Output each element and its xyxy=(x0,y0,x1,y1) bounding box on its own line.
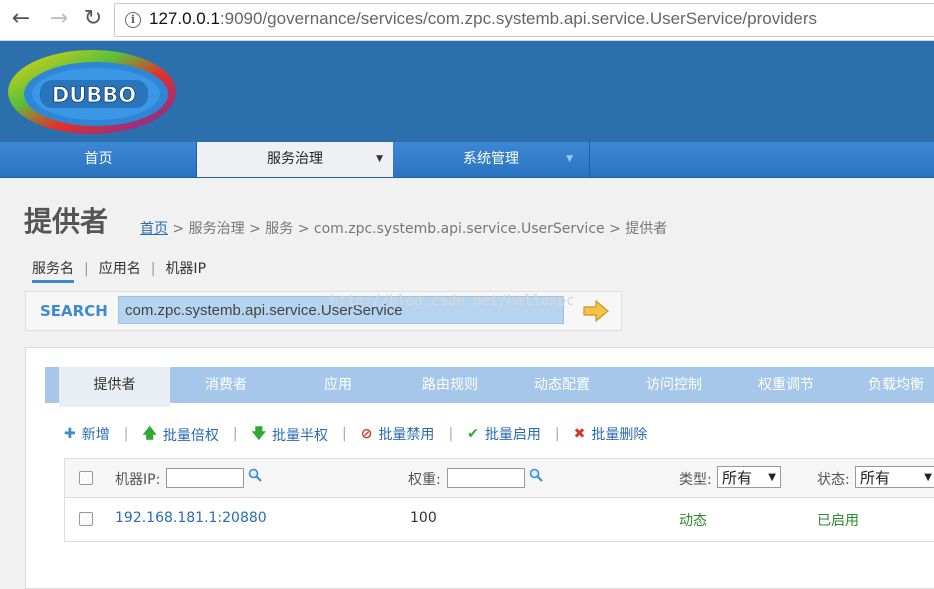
provider-weight: 100 xyxy=(410,510,437,526)
site-header: DUBBO xyxy=(0,41,934,142)
close-icon: ✖ xyxy=(573,426,586,442)
tab-divider: | xyxy=(84,261,89,277)
page-title: 提供者 xyxy=(24,205,109,238)
tab-applications[interactable]: 应用 xyxy=(282,367,394,403)
status-filter-label: 状态: xyxy=(817,472,850,488)
action-divider: | xyxy=(232,426,238,442)
nav-home-label: 首页 xyxy=(84,151,113,167)
tab-dynamic-config[interactable]: 动态配置 xyxy=(506,367,618,403)
ip-filter-label: 机器IP: xyxy=(115,472,161,488)
row-checkbox[interactable] xyxy=(79,512,93,526)
search-arrow-icon[interactable] xyxy=(582,299,610,323)
forward-icon[interactable]: → xyxy=(46,6,72,32)
ip-filter-input[interactable] xyxy=(166,468,244,488)
type-filter-value: 所有 xyxy=(722,469,753,487)
disable-button[interactable]: ⊘ 批量禁用 xyxy=(361,424,435,444)
search-icon[interactable] xyxy=(248,468,262,482)
half-weight-label: 批量半权 xyxy=(271,428,328,444)
search-type-tabs: 服务名 | 应用名 | 机器IP xyxy=(32,258,206,283)
tab-access-control[interactable]: 访问控制 xyxy=(618,367,730,403)
action-divider: | xyxy=(448,426,454,442)
search-label: SEARCH xyxy=(40,302,108,320)
enable-label: 批量启用 xyxy=(484,427,541,443)
weight-filter-input[interactable] xyxy=(447,468,525,488)
weight-filter-label: 权重: xyxy=(408,472,441,488)
add-label: 新增 xyxy=(81,427,110,443)
nav-governance-label: 服务治理 xyxy=(267,151,323,167)
chevron-down-icon: ▼ xyxy=(566,154,573,164)
search-tab-app-name[interactable]: 应用名 xyxy=(99,258,141,278)
chevron-down-icon: ▼ xyxy=(768,472,776,483)
tab-weight[interactable]: 权重调节 xyxy=(730,367,842,403)
tab-routes[interactable]: 路由规则 xyxy=(394,367,506,403)
type-filter-label: 类型: xyxy=(679,472,712,488)
check-icon: ✔ xyxy=(467,426,479,442)
nav-item-service-governance[interactable]: 服务治理 ▼ xyxy=(197,142,393,177)
type-filter-select[interactable]: 所有 ▼ xyxy=(717,466,781,488)
delete-label: 批量删除 xyxy=(591,427,648,443)
tab-divider: | xyxy=(150,261,156,277)
dubbo-logo[interactable]: DUBBO xyxy=(4,44,182,138)
nav-divider xyxy=(589,142,590,177)
delete-button[interactable]: ✖ 批量删除 xyxy=(574,424,648,444)
search-input[interactable]: com.zpc.systemb.api.service.UserService xyxy=(118,296,564,324)
table-header: 机器IP: 权重: 类型: 所有 ▼ 状态: 所有 ▼ xyxy=(65,459,934,498)
enable-button[interactable]: ✔ 批量启用 xyxy=(467,424,541,444)
nav-item-system-management[interactable]: 系统管理 ▼ xyxy=(393,142,589,177)
provider-type: 动态 xyxy=(679,513,707,529)
logo-text: DUBBO xyxy=(52,83,136,107)
half-weight-button[interactable]: 🡇 批量半权 xyxy=(252,423,328,447)
batch-actions: ✚ 新增 | 🡅 批量倍权 | 🡇 批量半权 | ⊘ 批量禁用 | ✔ 批量启用 | ✖ 批量删除 xyxy=(64,423,647,447)
tab-consumers[interactable]: 消费者 xyxy=(170,367,282,403)
provider-status: 已启用 xyxy=(817,513,859,529)
status-filter-value: 所有 xyxy=(860,469,891,487)
back-icon[interactable]: ← xyxy=(8,6,34,32)
url-text: 127.0.0.1:9090/governance/services/com.z… xyxy=(149,9,817,29)
search-icon[interactable] xyxy=(529,468,543,482)
double-weight-button[interactable]: 🡅 批量倍权 xyxy=(142,423,218,447)
chevron-down-icon: ▼ xyxy=(376,154,383,164)
search-tab-machine-ip[interactable]: 机器IP xyxy=(165,258,206,278)
arrow-down-icon: 🡇 xyxy=(251,426,266,442)
main-nav: 首页 服务治理 ▼ 系统管理 ▼ xyxy=(0,142,934,178)
providers-table: 机器IP: 权重: 类型: 所有 ▼ 状态: 所有 ▼ 192.168.181.1:… xyxy=(64,458,934,542)
address-bar[interactable]: i 127.0.0.1:9090/governance/services/com… xyxy=(114,3,934,37)
chevron-down-icon: ▼ xyxy=(924,472,932,483)
breadcrumb-trail: > 服务治理 > 服务 > com.zpc.systemb.api.servic… xyxy=(168,221,668,237)
add-button[interactable]: ✚ 新增 xyxy=(64,424,110,444)
breadcrumb-home-link[interactable]: 首页 xyxy=(140,221,168,237)
breadcrumb: 首页 > 服务治理 > 服务 > com.zpc.systemb.api.ser… xyxy=(140,218,667,238)
browser-toolbar: ← → ↻ i 127.0.0.1:9090/governance/servic… xyxy=(0,0,934,41)
select-all-checkbox[interactable] xyxy=(79,471,93,485)
action-divider: | xyxy=(554,426,560,442)
reload-icon[interactable]: ↻ xyxy=(80,6,106,32)
nav-system-label: 系统管理 xyxy=(463,151,519,167)
search-bar: SEARCH com.zpc.systemb.api.service.UserS… xyxy=(25,291,622,331)
provider-tabs: 提供者 消费者 应用 路由规则 动态配置 访问控制 权重调节 负载均衡 xyxy=(45,367,934,407)
status-filter-select[interactable]: 所有 ▼ xyxy=(855,466,934,488)
arrow-up-icon: 🡅 xyxy=(142,426,157,442)
search-tab-service-name[interactable]: 服务名 xyxy=(32,258,74,283)
url-host: 127.0.0.1 xyxy=(149,9,220,28)
provider-address-link[interactable]: 192.168.181.1:20880 xyxy=(115,510,267,526)
disable-label: 批量禁用 xyxy=(378,427,435,443)
action-divider: | xyxy=(123,426,129,442)
plus-icon: ✚ xyxy=(64,426,76,442)
tab-providers[interactable]: 提供者 xyxy=(59,367,170,407)
tab-load-balance[interactable]: 负载均衡 xyxy=(842,367,934,403)
action-divider: | xyxy=(341,426,347,442)
info-icon[interactable]: i xyxy=(125,12,141,28)
ban-icon: ⊘ xyxy=(360,426,373,442)
double-weight-label: 批量倍权 xyxy=(162,428,219,444)
nav-item-home[interactable]: 首页 xyxy=(0,142,197,177)
table-row: 192.168.181.1:20880 100 动态 已启用 xyxy=(65,498,934,540)
url-path: :9090/governance/services/com.zpc.system… xyxy=(219,9,818,28)
